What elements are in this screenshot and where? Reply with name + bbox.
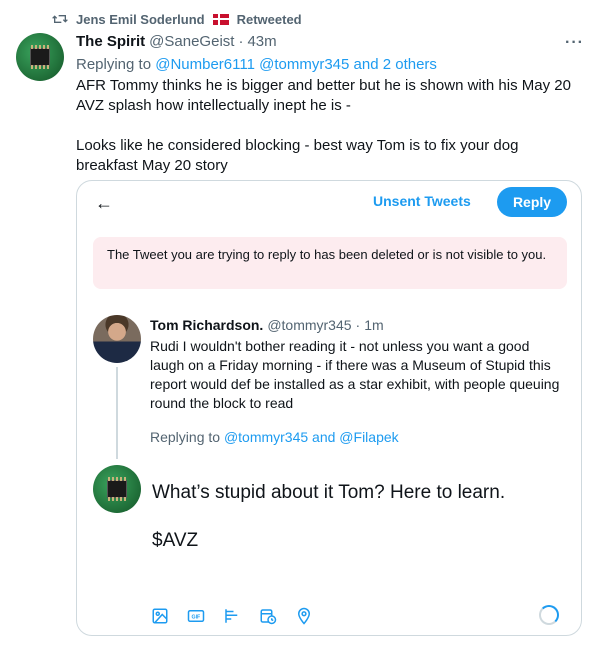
reply-compose-input[interactable]: What’s stupid about it Tom? Here to lear… <box>152 481 562 577</box>
location-icon[interactable] <box>293 605 315 627</box>
gif-icon[interactable]: GIF <box>185 605 207 627</box>
tweet-text: AFR Tommy thinks he is bigger and better… <box>76 76 581 196</box>
compose-line[interactable]: What’s stupid about it Tom? Here to lear… <box>152 481 562 505</box>
replying-prefix: Replying to <box>76 56 156 73</box>
replying-prefix: Replying to <box>150 429 224 445</box>
quoted-tweet-text: Rudi I wouldn't bother reading it - not … <box>150 338 560 411</box>
replying-to: Replying to @Number6111 @tommyr345 and 2… <box>76 56 437 73</box>
replying-to-link[interactable]: @Number6111 @tommyr345 and 2 others <box>155 56 437 73</box>
quoted-timestamp[interactable]: 1m <box>364 317 383 333</box>
tweet-header: The Spirit @SaneGeist · 43m <box>76 33 586 50</box>
retweet-label: Retweeted <box>236 11 302 27</box>
separator-dot: · <box>238 33 244 50</box>
svg-text:GIF: GIF <box>192 615 202 621</box>
retweet-icon <box>52 15 68 23</box>
thread-connector <box>116 367 118 459</box>
tweet-paragraph: AFR Tommy thinks he is bigger and better… <box>76 77 571 114</box>
compose-line[interactable]: $AVZ <box>152 529 562 553</box>
author-handle[interactable]: @SaneGeist <box>149 33 234 50</box>
avatar[interactable] <box>93 315 141 363</box>
quoted-author-name[interactable]: Tom Richardson. <box>150 317 263 333</box>
replying-to-link[interactable]: @tommyr345 and @Filapek <box>224 429 399 445</box>
quoted-author-handle[interactable]: @tommyr345 <box>267 317 351 333</box>
reply-composer-card: ← Unsent Tweets Reply The Tweet you are … <box>76 180 582 636</box>
denmark-flag-icon <box>212 13 229 25</box>
retweeter-name[interactable]: Jens Emil Soderlund <box>76 12 205 27</box>
schedule-icon[interactable] <box>257 605 279 627</box>
timestamp[interactable]: 43m <box>247 33 276 50</box>
retweet-indicator: Jens Emil Soderlund Retweeted <box>52 11 302 27</box>
poll-icon[interactable] <box>221 605 243 627</box>
avatar[interactable] <box>16 33 64 81</box>
more-options-icon[interactable]: ··· <box>565 34 584 52</box>
chip-icon <box>107 477 127 501</box>
compose-toolbar: GIF <box>149 605 315 627</box>
reply-button[interactable]: Reply <box>497 187 567 217</box>
image-icon[interactable] <box>149 605 171 627</box>
author-name[interactable]: The Spirit <box>76 33 145 50</box>
avatar <box>93 465 141 513</box>
unsent-tweets-link[interactable]: Unsent Tweets <box>373 193 471 209</box>
back-arrow-icon[interactable]: ← <box>95 193 113 214</box>
quoted-tweet-header: Tom Richardson. @tommyr345 · 1m <box>150 317 384 333</box>
chip-icon <box>30 45 50 69</box>
quoted-replying-to: Replying to @tommyr345 and @Filapek <box>150 429 399 445</box>
deleted-tweet-notice: The Tweet you are trying to reply to has… <box>93 237 567 289</box>
tweet-paragraph: Looks like he considered blocking - best… <box>76 137 519 174</box>
separator-dot: · <box>355 317 361 333</box>
loading-spinner-icon <box>539 605 559 625</box>
